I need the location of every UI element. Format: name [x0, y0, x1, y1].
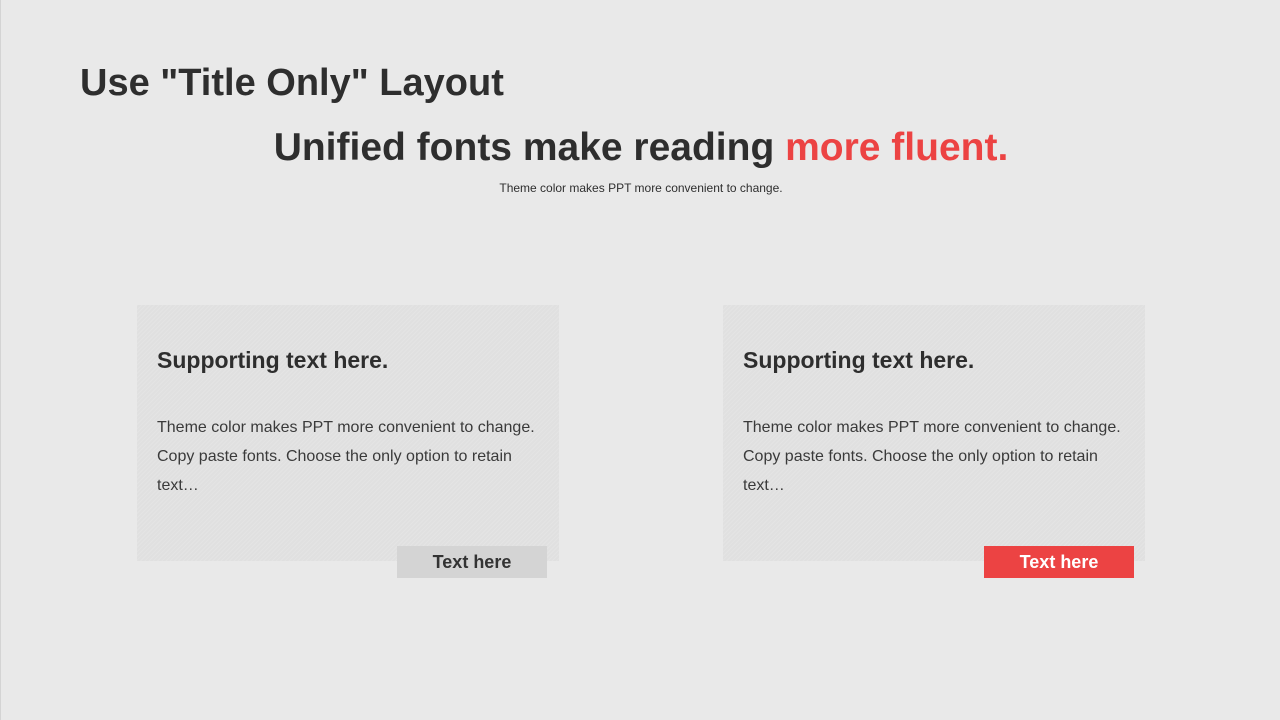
subline: Theme color makes PPT more convenient to… [499, 181, 783, 195]
card-heading: Supporting text here. [157, 347, 389, 373]
slide-canvas: Use "Title Only" Layout Unified fonts ma… [0, 0, 1280, 720]
supporting-card-right: Supporting text here. Theme color makes … [723, 305, 1145, 561]
headline-accent-text: more fluent. [785, 126, 1009, 169]
text-here-button-left[interactable]: Text here [397, 546, 547, 578]
headline-main-text: Unified fonts make reading [273, 126, 786, 169]
text-here-button-right[interactable]: Text here [984, 546, 1134, 578]
card-body-text: Theme color makes PPT more convenient to… [157, 419, 535, 494]
card-heading: Supporting text here. [743, 347, 975, 373]
card-body-text: Theme color makes PPT more convenient to… [743, 419, 1121, 494]
headline: Unified fonts make reading more fluent. [1, 124, 1280, 172]
layout-title: Use "Title Only" Layout [80, 62, 504, 104]
supporting-card-left: Supporting text here. Theme color makes … [137, 305, 559, 561]
